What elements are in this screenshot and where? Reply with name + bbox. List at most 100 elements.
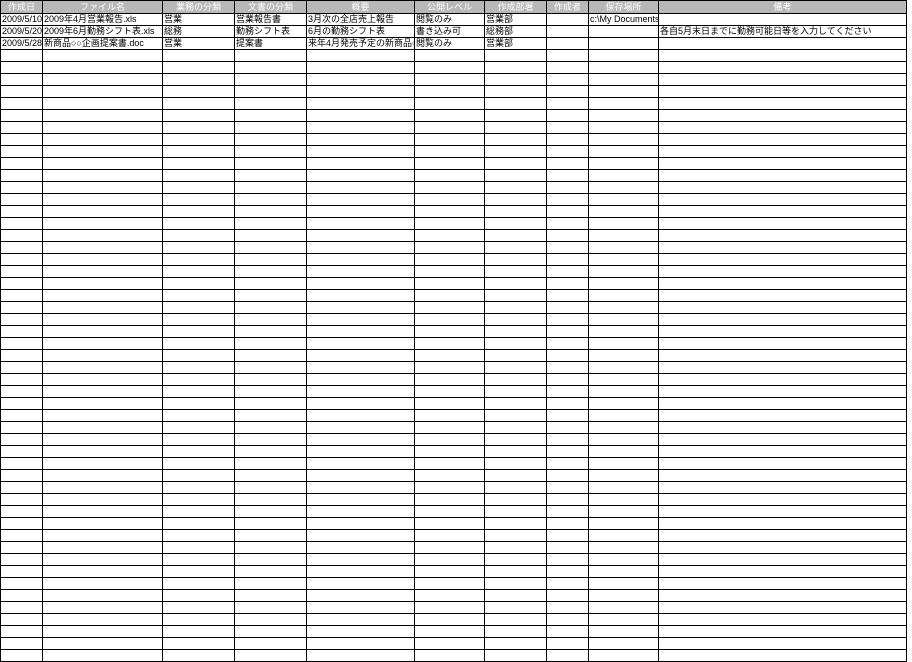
- cell-summary[interactable]: [307, 590, 415, 602]
- cell-dcat[interactable]: [235, 614, 307, 626]
- cell-dcat[interactable]: [235, 602, 307, 614]
- cell-dcat[interactable]: [235, 398, 307, 410]
- cell-summary[interactable]: [307, 50, 415, 62]
- cell-dept[interactable]: [485, 518, 547, 530]
- cell-date[interactable]: [1, 326, 43, 338]
- cell-level[interactable]: [415, 434, 485, 446]
- cell-file[interactable]: [43, 434, 163, 446]
- cell-dept[interactable]: 総務部: [485, 26, 547, 38]
- cell-level[interactable]: [415, 602, 485, 614]
- cell-summary[interactable]: [307, 530, 415, 542]
- cell-date[interactable]: [1, 302, 43, 314]
- cell-loc[interactable]: [589, 158, 659, 170]
- cell-file[interactable]: [43, 254, 163, 266]
- cell-bcat[interactable]: [163, 338, 235, 350]
- cell-author[interactable]: [547, 50, 589, 62]
- cell-dept[interactable]: [485, 554, 547, 566]
- cell-file[interactable]: 新商品○○企画提案書.doc: [43, 38, 163, 50]
- cell-dcat[interactable]: [235, 74, 307, 86]
- cell-summary[interactable]: 来年4月発売予定の新商品○○: [307, 38, 415, 50]
- cell-level[interactable]: [415, 302, 485, 314]
- cell-level[interactable]: [415, 350, 485, 362]
- cell-loc[interactable]: [589, 302, 659, 314]
- cell-dept[interactable]: [485, 434, 547, 446]
- cell-bcat[interactable]: [163, 290, 235, 302]
- cell-bcat[interactable]: [163, 506, 235, 518]
- cell-dcat[interactable]: [235, 422, 307, 434]
- cell-level[interactable]: [415, 278, 485, 290]
- cell-summary[interactable]: [307, 242, 415, 254]
- cell-dept[interactable]: [485, 338, 547, 350]
- cell-note[interactable]: [659, 446, 907, 458]
- cell-dept[interactable]: [485, 482, 547, 494]
- cell-bcat[interactable]: [163, 278, 235, 290]
- cell-bcat[interactable]: [163, 314, 235, 326]
- cell-bcat[interactable]: [163, 374, 235, 386]
- cell-dcat[interactable]: [235, 650, 307, 662]
- cell-date[interactable]: 2009/5/10: [1, 14, 43, 26]
- cell-summary[interactable]: [307, 470, 415, 482]
- cell-author[interactable]: [547, 518, 589, 530]
- cell-file[interactable]: [43, 158, 163, 170]
- cell-summary[interactable]: [307, 326, 415, 338]
- cell-level[interactable]: [415, 50, 485, 62]
- cell-bcat[interactable]: [163, 362, 235, 374]
- cell-file[interactable]: [43, 602, 163, 614]
- cell-dcat[interactable]: [235, 338, 307, 350]
- cell-loc[interactable]: [589, 62, 659, 74]
- cell-note[interactable]: [659, 338, 907, 350]
- cell-file[interactable]: [43, 350, 163, 362]
- cell-note[interactable]: [659, 350, 907, 362]
- cell-bcat[interactable]: [163, 158, 235, 170]
- cell-file[interactable]: [43, 386, 163, 398]
- cell-note[interactable]: [659, 134, 907, 146]
- cell-date[interactable]: [1, 86, 43, 98]
- cell-file[interactable]: [43, 470, 163, 482]
- cell-loc[interactable]: [589, 494, 659, 506]
- cell-loc[interactable]: [589, 134, 659, 146]
- cell-file[interactable]: [43, 506, 163, 518]
- cell-bcat[interactable]: [163, 50, 235, 62]
- cell-summary[interactable]: [307, 218, 415, 230]
- cell-bcat[interactable]: [163, 350, 235, 362]
- cell-level[interactable]: [415, 410, 485, 422]
- cell-level[interactable]: [415, 326, 485, 338]
- cell-file[interactable]: [43, 110, 163, 122]
- cell-file[interactable]: [43, 122, 163, 134]
- cell-bcat[interactable]: [163, 650, 235, 662]
- cell-loc[interactable]: [589, 554, 659, 566]
- cell-note[interactable]: [659, 326, 907, 338]
- cell-author[interactable]: [547, 350, 589, 362]
- cell-summary[interactable]: [307, 110, 415, 122]
- cell-note[interactable]: [659, 278, 907, 290]
- cell-level[interactable]: [415, 86, 485, 98]
- cell-file[interactable]: [43, 278, 163, 290]
- cell-loc[interactable]: [589, 518, 659, 530]
- cell-file[interactable]: [43, 50, 163, 62]
- cell-author[interactable]: [547, 338, 589, 350]
- cell-summary[interactable]: [307, 146, 415, 158]
- cell-level[interactable]: [415, 242, 485, 254]
- cell-summary[interactable]: [307, 446, 415, 458]
- cell-author[interactable]: [547, 206, 589, 218]
- cell-bcat[interactable]: [163, 494, 235, 506]
- cell-file[interactable]: [43, 362, 163, 374]
- cell-file[interactable]: [43, 326, 163, 338]
- cell-author[interactable]: [547, 362, 589, 374]
- cell-note[interactable]: [659, 206, 907, 218]
- cell-loc[interactable]: [589, 614, 659, 626]
- cell-date[interactable]: [1, 614, 43, 626]
- cell-level[interactable]: [415, 578, 485, 590]
- cell-level[interactable]: [415, 266, 485, 278]
- cell-bcat[interactable]: 営業: [163, 14, 235, 26]
- cell-loc[interactable]: [589, 650, 659, 662]
- cell-date[interactable]: [1, 146, 43, 158]
- cell-loc[interactable]: [589, 350, 659, 362]
- cell-level[interactable]: 書き込み可: [415, 26, 485, 38]
- cell-loc[interactable]: [589, 326, 659, 338]
- cell-summary[interactable]: [307, 458, 415, 470]
- cell-summary[interactable]: [307, 314, 415, 326]
- cell-dept[interactable]: [485, 602, 547, 614]
- cell-file[interactable]: [43, 422, 163, 434]
- cell-summary[interactable]: [307, 554, 415, 566]
